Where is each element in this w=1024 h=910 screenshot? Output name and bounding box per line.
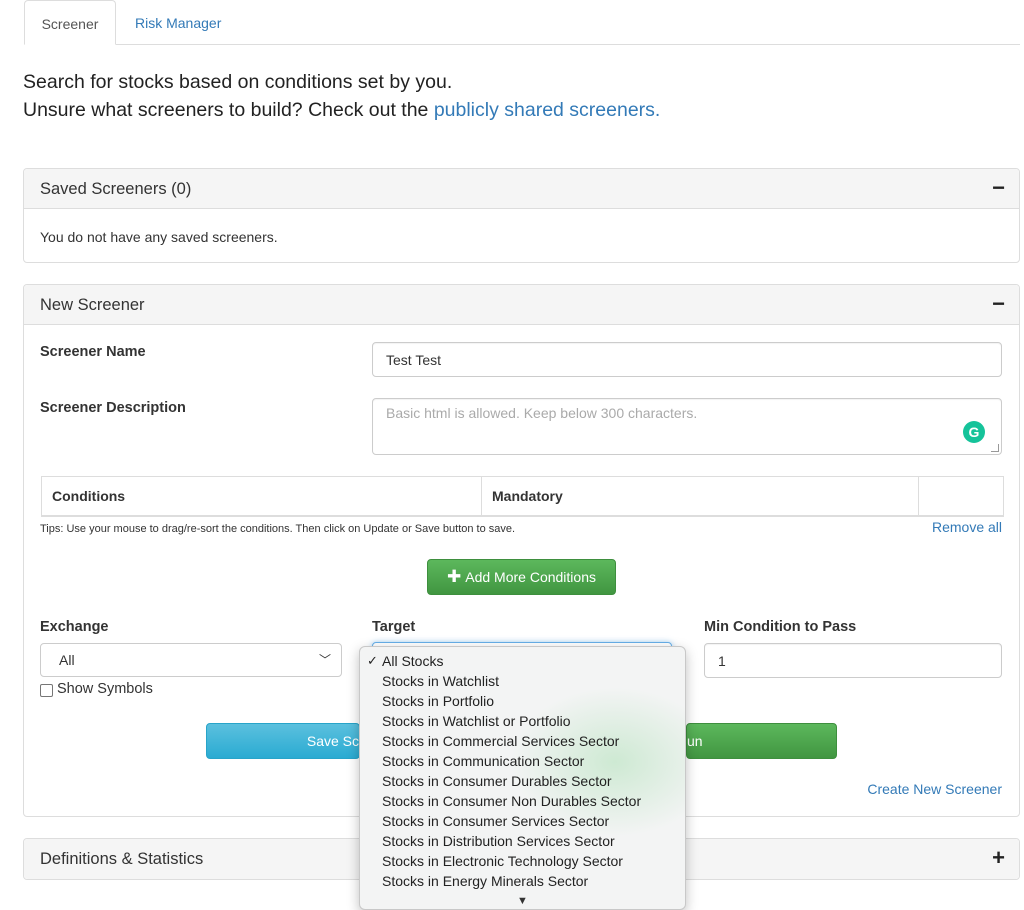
intro-text: Search for stocks based on conditions se… xyxy=(23,68,660,124)
target-label: Target xyxy=(372,619,416,635)
tab-screener[interactable]: Screener xyxy=(24,0,116,45)
screener-description-textarea[interactable]: Basic html is allowed. Keep below 300 ch… xyxy=(372,398,1002,455)
conditions-header: Conditions xyxy=(42,477,482,515)
screener-name-input[interactable]: Test Test xyxy=(372,342,1002,377)
screener-description-label: Screener Description xyxy=(40,400,186,416)
add-conditions-label: Add More Conditions xyxy=(465,569,596,585)
tab-risk-manager[interactable]: Risk Manager xyxy=(120,0,236,45)
show-symbols-label: Show Symbols xyxy=(57,681,153,697)
conditions-table: Conditions Mandatory xyxy=(41,476,1004,517)
target-option[interactable]: Stocks in Consumer Durables Sector xyxy=(382,771,612,791)
definitions-title: Definitions & Statistics xyxy=(40,850,204,868)
scroll-down-arrow-icon[interactable]: ▼ xyxy=(360,895,685,907)
target-option[interactable]: Stocks in Consumer Services Sector xyxy=(382,811,609,831)
exchange-value: All xyxy=(59,652,75,668)
new-screener-title: New Screener xyxy=(40,296,145,314)
save-screener-button[interactable]: Save Sc xyxy=(206,723,360,759)
min-condition-input[interactable]: 1 xyxy=(704,643,1002,678)
target-option[interactable]: Stocks in Watchlist or Portfolio xyxy=(382,711,571,731)
description-placeholder: Basic html is allowed. Keep below 300 ch… xyxy=(386,405,698,421)
target-option[interactable]: Stocks in Communication Sector xyxy=(382,751,584,771)
target-option[interactable]: Stocks in Energy Minerals Sector xyxy=(382,871,588,891)
screener-name-label: Screener Name xyxy=(40,344,146,360)
mandatory-header: Mandatory xyxy=(482,477,919,515)
saved-screeners-title: Saved Screeners (0) xyxy=(40,180,192,198)
intro-line-1: Search for stocks based on conditions se… xyxy=(23,71,453,93)
collapse-icon[interactable]: − xyxy=(992,285,1005,323)
exchange-select[interactable]: All ﹀ xyxy=(40,643,342,677)
saved-screeners-panel: Saved Screeners (0) − You do not have an… xyxy=(23,168,1020,263)
no-saved-screeners-text: You do not have any saved screeners. xyxy=(40,229,278,245)
nav-tabs: Screener Risk Manager xyxy=(24,0,1020,45)
plus-icon: ✚ xyxy=(447,567,462,586)
public-screeners-link[interactable]: publicly shared screeners. xyxy=(434,99,661,121)
target-option[interactable]: Stocks in Consumer Non Durables Sector xyxy=(382,791,641,811)
save-screener-label: Save Sc xyxy=(306,733,359,749)
actions-header xyxy=(919,477,1003,515)
target-dropdown-menu[interactable]: ✓ All Stocks Stocks in Watchlist Stocks i… xyxy=(359,646,686,910)
remove-all-link[interactable]: Remove all xyxy=(932,519,1002,535)
intro-line-2: Unsure what screeners to build? Check ou… xyxy=(23,96,660,124)
target-option[interactable]: Stocks in Distribution Services Sector xyxy=(382,831,615,851)
intro-line-2-prefix: Unsure what screeners to build? Check ou… xyxy=(23,99,429,121)
checkmark-icon: ✓ xyxy=(367,653,378,668)
resize-handle-icon[interactable] xyxy=(991,444,999,452)
saved-screeners-heading[interactable]: Saved Screeners (0) − xyxy=(24,169,1019,209)
target-option[interactable]: ✓ All Stocks xyxy=(367,651,443,671)
target-option[interactable]: Stocks in Watchlist xyxy=(382,671,499,691)
target-option[interactable]: Stocks in Commercial Services Sector xyxy=(382,731,619,751)
exchange-label: Exchange xyxy=(40,619,109,635)
expand-icon[interactable]: + xyxy=(992,839,1005,877)
target-option[interactable]: Stocks in Electronic Technology Sector xyxy=(382,851,623,871)
drag-tips-text: Tips: Use your mouse to drag/re-sort the… xyxy=(40,523,516,535)
min-condition-label: Min Condition to Pass xyxy=(704,619,857,635)
target-option[interactable]: Stocks in Portfolio xyxy=(382,691,494,711)
run-screener-button[interactable]: un xyxy=(686,723,837,759)
add-conditions-button[interactable]: ✚ Add More Conditions xyxy=(427,559,616,595)
grammarly-icon[interactable]: G xyxy=(963,421,985,443)
show-symbols-checkbox[interactable] xyxy=(40,684,53,697)
collapse-icon[interactable]: − xyxy=(992,169,1005,207)
chevron-down-icon: ﹀ xyxy=(318,653,331,667)
run-screener-label: un xyxy=(687,733,703,749)
new-screener-heading[interactable]: New Screener − xyxy=(24,285,1019,325)
create-new-screener-link[interactable]: Create New Screener xyxy=(867,781,1002,797)
